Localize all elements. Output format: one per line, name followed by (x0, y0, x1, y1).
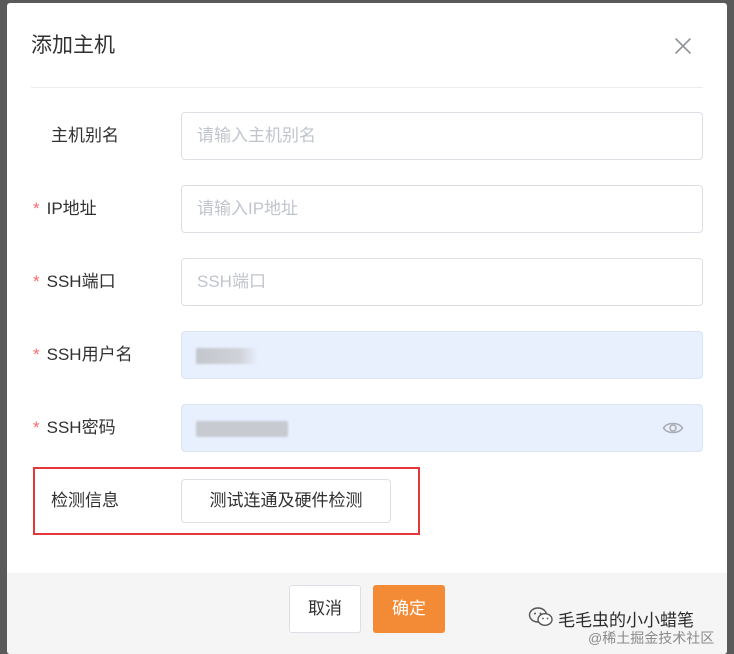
port-label-text: SSH端口 (46, 272, 116, 291)
ip-label-text: IP地址 (46, 199, 97, 218)
add-host-dialog: 添加主机 主机别名 * IP地址 * SSH端口 * SSH用户名 (7, 3, 727, 654)
eye-icon[interactable] (662, 418, 684, 438)
redacted-username (196, 348, 258, 364)
username-label-text: SSH用户名 (46, 345, 133, 364)
required-mark: * (33, 272, 40, 291)
port-input[interactable] (181, 258, 703, 306)
watermark-source: @稀土掘金技术社区 (588, 630, 715, 646)
close-button[interactable] (671, 34, 695, 58)
confirm-button[interactable]: 确定 (373, 585, 445, 633)
dialog-title: 添加主机 (31, 34, 115, 57)
watermark: 毛毛虫的小小蜡笔 @稀土掘金技术社区 (528, 606, 728, 654)
required-mark: * (33, 199, 40, 218)
form-row-password: * SSH密码 (7, 404, 727, 452)
detect-label: 检测信息 (33, 479, 119, 523)
redacted-password (196, 421, 288, 437)
test-connectivity-button[interactable]: 测试连通及硬件检测 (181, 479, 391, 523)
alias-label: 主机别名 (33, 112, 119, 160)
password-label-text: SSH密码 (46, 418, 116, 437)
form-row-alias: 主机别名 (7, 112, 727, 160)
password-label: * SSH密码 (33, 404, 116, 452)
ip-label: * IP地址 (33, 185, 97, 233)
username-label: * SSH用户名 (33, 331, 133, 379)
port-label: * SSH端口 (33, 258, 116, 306)
required-mark: * (33, 345, 40, 364)
alias-input[interactable] (181, 112, 703, 160)
username-input[interactable] (181, 331, 703, 379)
alias-label-text: 主机别名 (51, 126, 119, 145)
form-row-username: * SSH用户名 (7, 331, 727, 379)
password-input[interactable] (181, 404, 703, 452)
form-row-ip: * IP地址 (7, 185, 727, 233)
detect-label-text: 检测信息 (51, 491, 119, 510)
wechat-icon (528, 607, 553, 627)
ip-input[interactable] (181, 185, 703, 233)
form-row-port: * SSH端口 (7, 258, 727, 306)
close-icon (675, 38, 691, 54)
required-mark: * (33, 418, 40, 437)
cancel-button[interactable]: 取消 (289, 585, 361, 633)
header-divider (31, 87, 703, 88)
